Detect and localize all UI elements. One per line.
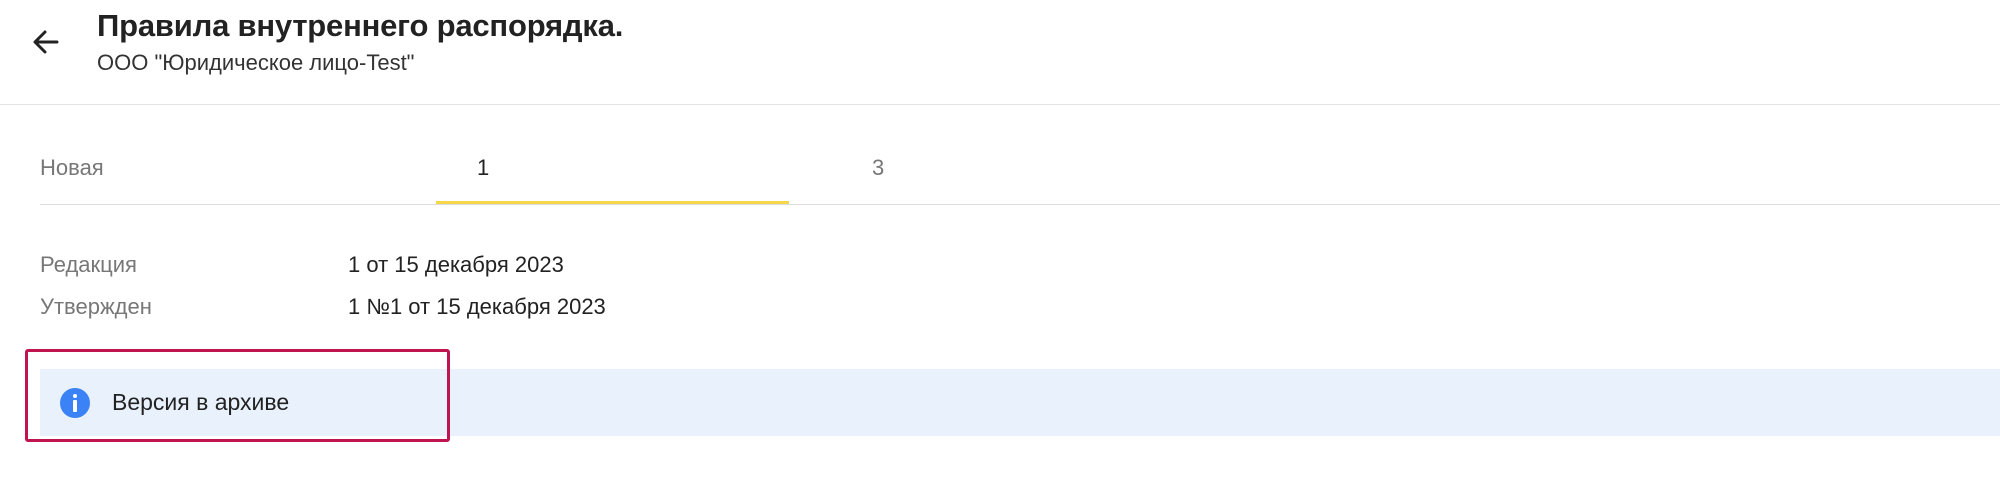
highlight-frame [25, 349, 450, 442]
edition-label: Редакция [40, 252, 137, 277]
approved-label: Утвержден [40, 294, 152, 319]
arrow-left-icon [33, 30, 59, 54]
edition-value: 1 от 15 декабря 2023 [348, 252, 564, 277]
page-header: Правила внутреннего распорядка. ООО "Юри… [0, 0, 2000, 105]
active-tab-indicator [436, 201, 789, 204]
tab-version-3[interactable]: 3 [830, 140, 1030, 204]
page-subtitle: ООО "Юридическое лицо-Test" [97, 50, 415, 75]
page-title: Правила внутреннего распорядка. [97, 8, 624, 43]
approved-value: 1 №1 от 15 декабря 2023 [348, 294, 606, 319]
version-tabs: Новая 1 3 [40, 140, 2000, 205]
tab-version-1[interactable]: 1 [437, 140, 787, 204]
tab-new[interactable]: Новая [40, 140, 370, 204]
back-button[interactable] [24, 20, 68, 64]
